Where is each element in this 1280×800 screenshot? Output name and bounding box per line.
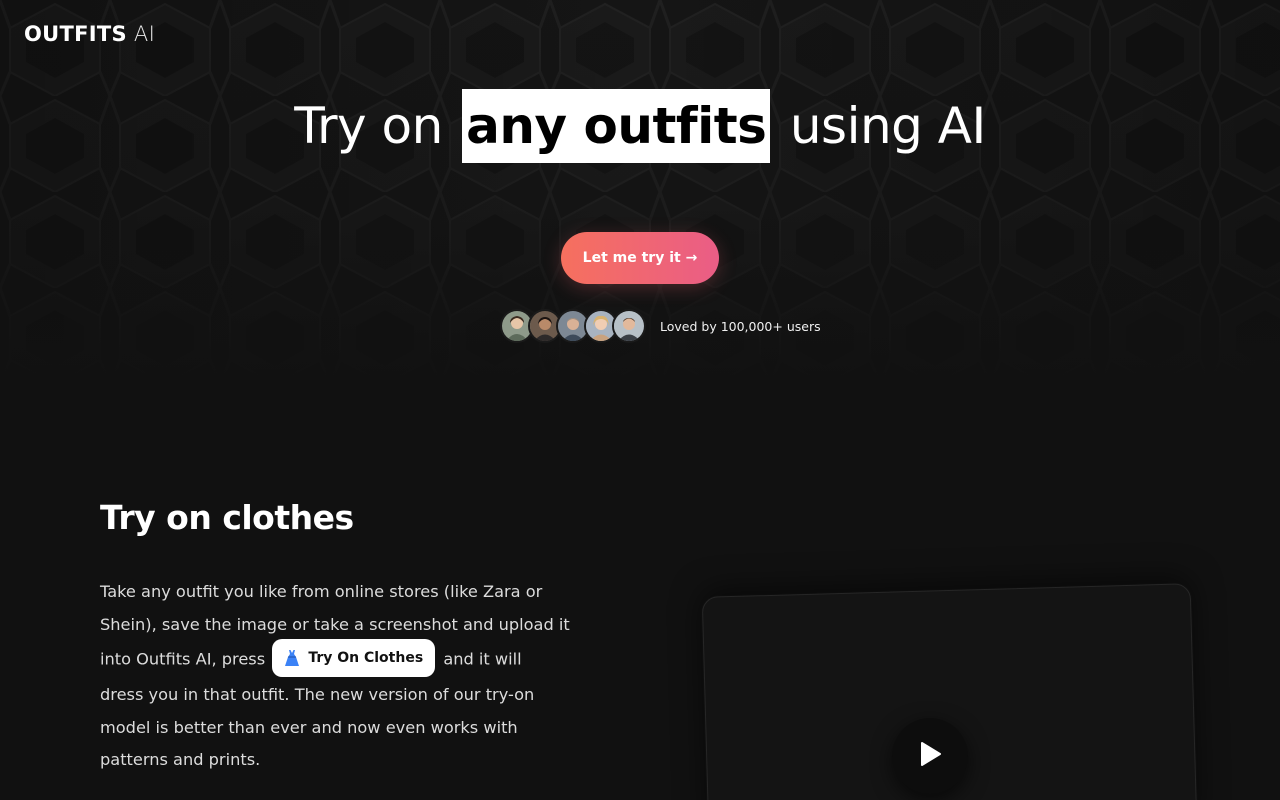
hero-title-before: Try on bbox=[294, 97, 443, 155]
social-proof-text: Loved by 100,000+ users bbox=[660, 318, 821, 334]
play-button[interactable] bbox=[892, 718, 968, 794]
social-proof: Loved by 100,000+ users bbox=[500, 309, 821, 343]
section-title: Try on clothes bbox=[100, 498, 354, 537]
dress-icon bbox=[284, 649, 300, 667]
play-icon bbox=[917, 740, 943, 772]
try-on-clothes-label: Try On Clothes bbox=[308, 649, 424, 666]
hero-title-after: using AI bbox=[789, 97, 986, 155]
try-it-button-label: Let me try it → bbox=[582, 250, 698, 266]
hero-title: Try on any outfits using AI bbox=[0, 88, 1280, 164]
try-it-button[interactable]: Let me try it → bbox=[561, 232, 719, 284]
section-description: Take any outfit you like from online sto… bbox=[100, 576, 570, 777]
user-avatars bbox=[500, 309, 646, 343]
brand-name-light: AI bbox=[133, 22, 156, 46]
hero-title-highlight: any outfits bbox=[462, 89, 771, 163]
brand-logo[interactable]: OUTFITS AI bbox=[24, 22, 155, 46]
try-on-clothes-button[interactable]: Try On Clothes bbox=[272, 639, 436, 677]
brand-name-strong: OUTFITS bbox=[24, 22, 127, 46]
avatar bbox=[612, 309, 646, 343]
landing-page: OUTFITS AI Try on any outfits using AI L… bbox=[0, 0, 1280, 800]
